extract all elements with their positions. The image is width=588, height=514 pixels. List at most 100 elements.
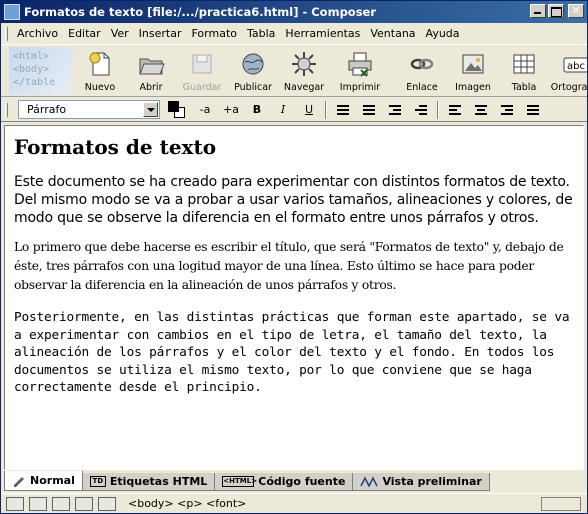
publish-label: Publicar <box>234 82 272 93</box>
menu-ayuda[interactable]: Ayuda <box>421 27 465 40</box>
minimize-button[interactable] <box>530 4 546 18</box>
maximize-icon <box>549 5 563 17</box>
chat-icon[interactable] <box>98 496 116 511</box>
composer-window: Formatos de texto [file:/.../practica6.h… <box>0 0 588 514</box>
numbered-list-button[interactable] <box>356 100 382 120</box>
publish-button[interactable]: Publicar <box>224 47 282 95</box>
status-bar: <body> <p> <font> <box>1 493 587 513</box>
open-label: Abrir <box>139 82 163 93</box>
menu-bar: Archivo Editar Ver Insertar Formato Tabl… <box>1 24 587 43</box>
menu-insertar[interactable]: Insertar <box>134 27 187 40</box>
link-icon <box>410 58 434 70</box>
toolbar-separator <box>437 100 439 119</box>
html-logo-text: <html> <body> </table <box>13 51 56 88</box>
table-label: Tabla <box>511 82 537 93</box>
menu-herramientas[interactable]: Herramientas <box>280 27 365 40</box>
paragraph-1[interactable]: Este documento se ha creado para experim… <box>14 173 575 227</box>
tab-preview[interactable]: Vista preliminar <box>352 473 490 491</box>
tab-source[interactable]: <HTML> Código fuente <box>214 473 354 491</box>
maximize-button[interactable] <box>548 4 564 18</box>
pencil-icon <box>14 476 24 487</box>
window-title: Formatos de texto [file:/.../practica6.h… <box>24 5 377 19</box>
composer-app-icon[interactable] <box>4 4 20 20</box>
new-page-icon <box>89 52 110 76</box>
new-button[interactable]: Nuevo <box>71 47 129 95</box>
menu-editar[interactable]: Editar <box>63 27 106 40</box>
image-button[interactable]: Imagen <box>444 47 502 95</box>
title-bar[interactable]: Formatos de texto [file:/.../practica6.h… <box>1 1 587 23</box>
composition-toolbar: <html> <body> </table Nuevo Abrir Guarda… <box>1 44 587 97</box>
link-label: Enlace <box>406 82 438 93</box>
bulleted-list-button[interactable] <box>330 100 356 120</box>
menu-tabla[interactable]: Tabla <box>242 27 280 40</box>
formatbar-grip[interactable] <box>5 102 8 117</box>
menu-archivo[interactable]: Archivo <box>12 27 63 40</box>
menu-ver[interactable]: Ver <box>106 27 134 40</box>
bold-button[interactable]: B <box>244 100 270 120</box>
publish-globe-icon <box>242 53 264 75</box>
svg-text:abc: abc <box>567 61 585 72</box>
save-label: Guardar <box>182 82 222 93</box>
html-tag-icon: <HTML> <box>222 476 258 487</box>
menu-formato[interactable]: Formato <box>187 27 243 40</box>
edit-mode-tabs: Normal TD Etiquetas HTML <HTML> Código f… <box>4 471 584 491</box>
link-button[interactable]: Enlace <box>393 47 451 95</box>
smaller-font-button[interactable]: -a <box>192 100 218 120</box>
html-logo: <html> <body> </table <box>9 47 73 95</box>
numbered-list-icon <box>363 104 375 115</box>
outdent-icon <box>389 104 401 115</box>
spellcheck-button[interactable]: abc Ortografía <box>546 47 587 95</box>
paragraph-style-select[interactable]: Párrafo <box>18 100 160 119</box>
table-button[interactable]: Tabla <box>495 47 553 95</box>
larger-font-button[interactable]: +a <box>218 100 244 120</box>
align-left-icon <box>449 104 461 115</box>
align-right-icon <box>501 104 513 115</box>
save-button[interactable]: Guardar <box>173 47 231 95</box>
tab-normal-label: Normal <box>30 474 75 487</box>
preview-icon <box>360 475 379 488</box>
tab-source-label: Código fuente <box>258 475 346 488</box>
spellcheck-icon: abc <box>563 57 587 73</box>
document-heading[interactable]: Formatos de texto <box>14 135 575 159</box>
menu-ventana[interactable]: Ventana <box>365 27 420 40</box>
close-icon: ✕ <box>571 4 581 17</box>
new-label: Nuevo <box>84 82 116 93</box>
window-controls: ✕ <box>530 4 584 18</box>
address-book-icon[interactable] <box>52 496 70 511</box>
tab-html-tags-label: Etiquetas HTML <box>109 475 208 488</box>
browse-button[interactable]: Navegar <box>275 47 333 95</box>
paragraph-2[interactable]: Lo primero que debe hacerse es escribir … <box>14 238 575 295</box>
print-label: Imprimir <box>339 82 381 93</box>
tab-preview-label: Vista preliminar <box>382 475 482 488</box>
open-folder-icon <box>139 58 165 75</box>
outdent-button[interactable] <box>382 100 408 120</box>
tab-html-tags[interactable]: TD Etiquetas HTML <box>81 473 216 491</box>
align-right-button[interactable] <box>494 100 520 120</box>
browse-icon <box>292 52 316 76</box>
align-center-button[interactable] <box>468 100 494 120</box>
minimize-icon <box>531 5 545 17</box>
status-indicator <box>541 497 581 511</box>
align-center-icon <box>475 104 487 115</box>
underline-button[interactable]: U <box>296 100 322 120</box>
menubar-grip[interactable] <box>5 26 8 41</box>
text-color-picker[interactable] <box>166 100 192 120</box>
mail-icon[interactable] <box>29 496 47 511</box>
italic-button[interactable]: I <box>270 100 296 120</box>
element-path[interactable]: <body> <p> <font> <box>128 497 246 510</box>
tab-normal[interactable]: Normal <box>4 471 83 491</box>
image-icon <box>462 54 484 74</box>
align-left-button[interactable] <box>442 100 468 120</box>
open-button[interactable]: Abrir <box>122 47 180 95</box>
chevron-down-icon[interactable] <box>143 102 158 117</box>
indent-button[interactable] <box>408 100 434 120</box>
print-button[interactable]: Imprimir <box>331 47 389 95</box>
foreground-color-swatch[interactable] <box>168 100 179 112</box>
close-button[interactable]: ✕ <box>568 4 584 18</box>
composer-icon[interactable] <box>75 496 93 511</box>
document-editor[interactable]: Formatos de texto Este documento se ha c… <box>4 125 584 470</box>
paragraph-3[interactable]: Posteriormente, en las distintas práctic… <box>14 309 575 397</box>
navigator-icon[interactable] <box>6 496 24 511</box>
td-tag-icon: TD <box>89 476 106 487</box>
justify-button[interactable] <box>520 100 546 120</box>
